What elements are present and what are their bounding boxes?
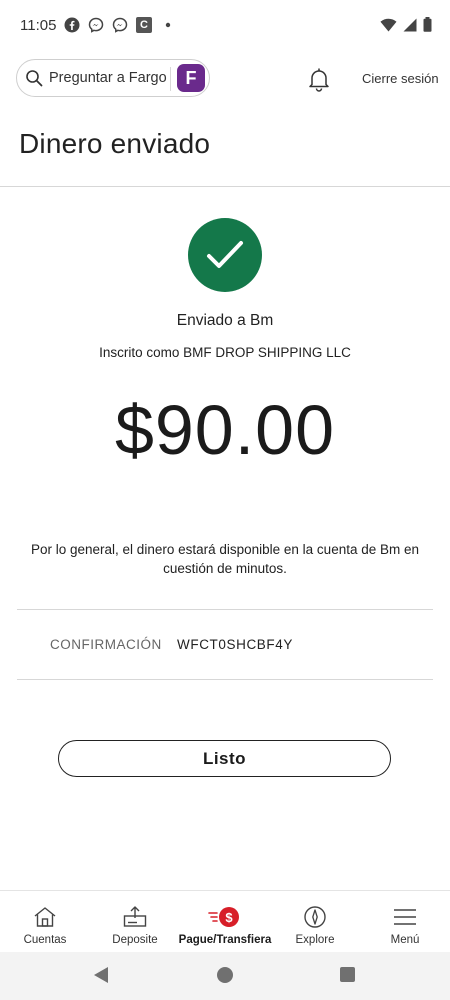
availability-note: Por lo general, el dinero estará disponi… <box>31 542 419 576</box>
confirmation-label: CONFIRMACIÓN <box>50 637 162 652</box>
nav-item-pague-transfiera[interactable]: $ Pague/Transfiera <box>178 891 272 953</box>
nav-label-pague-transfiera: Pague/Transfiera <box>178 934 272 946</box>
nav-label-menu: Menú <box>390 934 420 946</box>
app-header: Preguntar a Fargo F Cierre sesión <box>0 56 450 102</box>
home-icon <box>32 905 58 929</box>
fargo-logo-icon: F <box>177 64 205 92</box>
title-divider <box>0 186 450 187</box>
ask-fargo-label: Preguntar a Fargo <box>49 70 167 86</box>
system-navigation-bar <box>0 952 450 1000</box>
messenger-icon <box>88 17 104 33</box>
status-time: 11:05 <box>20 17 57 34</box>
sent-amount: $90.00 <box>114 391 336 469</box>
dot-icon <box>160 17 176 33</box>
pill-divider <box>170 67 171 91</box>
c-app-icon: C <box>136 17 152 33</box>
home-circle-icon[interactable] <box>217 967 233 983</box>
pay-badge-symbol: $ <box>225 909 233 925</box>
notification-icons: C <box>64 17 176 33</box>
search-icon <box>25 69 43 87</box>
messenger-icon <box>112 17 128 33</box>
status-bar: 11:05 C <box>0 0 450 52</box>
confirmation-top-divider <box>17 609 433 610</box>
nav-item-menu[interactable]: Menú <box>360 891 450 953</box>
logout-link[interactable]: Cierre sesión <box>362 71 439 86</box>
menu-icon <box>392 905 418 929</box>
wifi-icon <box>380 18 397 37</box>
ask-fargo-search[interactable]: Preguntar a Fargo F <box>16 59 210 97</box>
nav-item-cuentas[interactable]: Cuentas <box>0 891 90 953</box>
recent-apps-icon[interactable] <box>340 967 355 982</box>
deposit-icon <box>122 905 148 929</box>
recipient-enrolled-name: Inscrito como BMF DROP SHIPPING LLC <box>99 345 351 360</box>
done-button[interactable]: Listo <box>58 740 391 777</box>
nav-label-cuentas: Cuentas <box>23 934 67 946</box>
c-app-letter: C <box>140 19 148 31</box>
compass-icon <box>302 905 328 929</box>
pay-transfer-icon: $ <box>207 905 243 929</box>
system-icons <box>380 17 432 37</box>
nav-label-explore: Explore <box>295 934 335 946</box>
nav-item-deposite[interactable]: Deposite <box>90 891 180 953</box>
nav-label-deposite: Deposite <box>112 934 158 946</box>
signal-icon <box>403 18 417 37</box>
fargo-badge-letter: F <box>185 67 197 88</box>
bottom-navigation: Cuentas Deposite $ Pague/Transfiera Expl… <box>0 890 450 952</box>
battery-icon <box>423 17 432 37</box>
facebook-icon <box>64 17 80 33</box>
page-title: Dinero enviado <box>19 128 211 159</box>
confirmation-number: WFCT0SHCBF4Y <box>177 637 293 652</box>
confirmation-bottom-divider <box>17 679 433 680</box>
back-icon[interactable] <box>93 966 109 989</box>
sent-to-recipient: Enviado a Bm <box>176 312 274 329</box>
notifications-bell-icon[interactable] <box>306 66 332 92</box>
success-check-icon <box>188 218 262 292</box>
nav-item-explore[interactable]: Explore <box>270 891 360 953</box>
